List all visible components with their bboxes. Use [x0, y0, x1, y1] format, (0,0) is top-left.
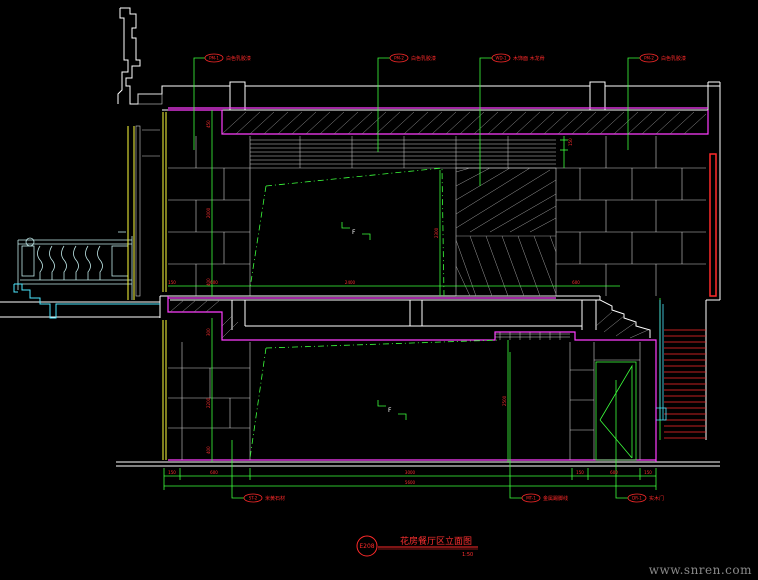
callout-label: 白色乳胶漆 — [226, 55, 251, 62]
dim-text: 2500 — [502, 395, 507, 406]
dim-text: 2000 — [206, 207, 211, 218]
dim-text: 300 — [206, 328, 211, 336]
callout-num: PM-2 — [394, 56, 404, 61]
dim-text: 600 — [210, 470, 218, 475]
callout-num: PM-1 — [209, 56, 219, 61]
callout-num: PM-2 — [644, 56, 654, 61]
staircase — [656, 153, 717, 439]
callout-label: 金属踢脚线 — [543, 495, 568, 502]
section-mark: F — [352, 229, 356, 236]
dim-text: 400 — [206, 278, 211, 286]
dim-text: 150 — [568, 138, 573, 146]
callout-num: DR-1 — [632, 496, 642, 501]
wall-columns — [135, 93, 163, 297]
callout-label: 实木门 — [649, 495, 664, 502]
dim-text: 450 — [206, 120, 211, 128]
dim-text: 400 — [206, 446, 211, 454]
callout-label: 米黄石材 — [265, 495, 285, 502]
lower-louver — [495, 332, 570, 340]
dim-text: 600 — [572, 280, 580, 285]
callout-label: 白色乳胶漆 — [661, 55, 686, 62]
dim-text: 2200 — [206, 397, 211, 408]
balcony-balustrade — [17, 231, 133, 300]
balcony-base — [13, 283, 160, 319]
upper-louver — [250, 136, 556, 169]
callout-num: ST-2 — [249, 496, 258, 501]
callout-label: 白色乳胶漆 — [411, 55, 436, 62]
dim-text: 150 — [576, 470, 584, 475]
dim-text: 150 — [644, 470, 652, 475]
wood-panel — [455, 167, 557, 297]
watermark: www.snren.com — [648, 563, 752, 577]
callout-top-4: PM-2 白色乳胶漆 — [639, 53, 686, 63]
callout-bottom-3: DR-1 实木门 — [627, 493, 664, 503]
dim-total-text: 5600 — [405, 480, 416, 485]
callout-bottom-1: ST-2 米黄石材 — [243, 493, 285, 503]
view-mark: E208 — [359, 543, 374, 550]
dim-text: 2300 — [434, 227, 439, 238]
callout-bottom-2: MT-1 金属踢脚线 — [521, 493, 568, 503]
callout-top-1: PM-1 白色乳胶漆 — [204, 53, 251, 63]
dim-text: 2400 — [345, 280, 356, 285]
elevation-drawing: PM-1 白色乳胶漆 PM-2 白色乳胶漆 WD-1 木饰面 木龙骨 PM-2 … — [0, 7, 721, 558]
left-wall-edge — [127, 112, 167, 460]
dim-text: 150 — [168, 280, 176, 285]
drawing-title: 花房餐厅区立面图 — [400, 535, 472, 547]
stone-grid-right-lower — [569, 342, 641, 460]
section-mark: F — [388, 407, 392, 414]
finish-outline — [167, 107, 709, 462]
drawing-scale: 1:50 — [462, 552, 473, 558]
dim-text: 600 — [610, 470, 618, 475]
dim-text: 3000 — [405, 470, 416, 475]
leader-lines — [163, 57, 661, 499]
dimensions-bottom: 150 600 3000 150 600 150 5600 — [168, 470, 652, 485]
title-block: E208 花房餐厅区立面图 1:50 — [356, 535, 478, 558]
dimensions-vertical: 450 2000 400 300 2200 400 2300 2500 150 — [206, 120, 573, 454]
slab-hatch — [169, 299, 649, 339]
stone-grid-right-upper — [556, 136, 706, 296]
callout-top-3: WD-1 木饰面 木龙骨 — [491, 53, 545, 63]
callout-label: 木饰面 木龙骨 — [513, 55, 545, 62]
ceiling-hatch-upper — [221, 111, 707, 135]
dim-text: 150 — [168, 470, 176, 475]
callout-num: WD-1 — [495, 56, 506, 61]
callout-top-2: PM-2 白色乳胶漆 — [389, 53, 436, 63]
structure-outline — [0, 7, 721, 467]
callout-num: MT-1 — [526, 496, 536, 501]
dim-text: 600 — [210, 280, 218, 285]
